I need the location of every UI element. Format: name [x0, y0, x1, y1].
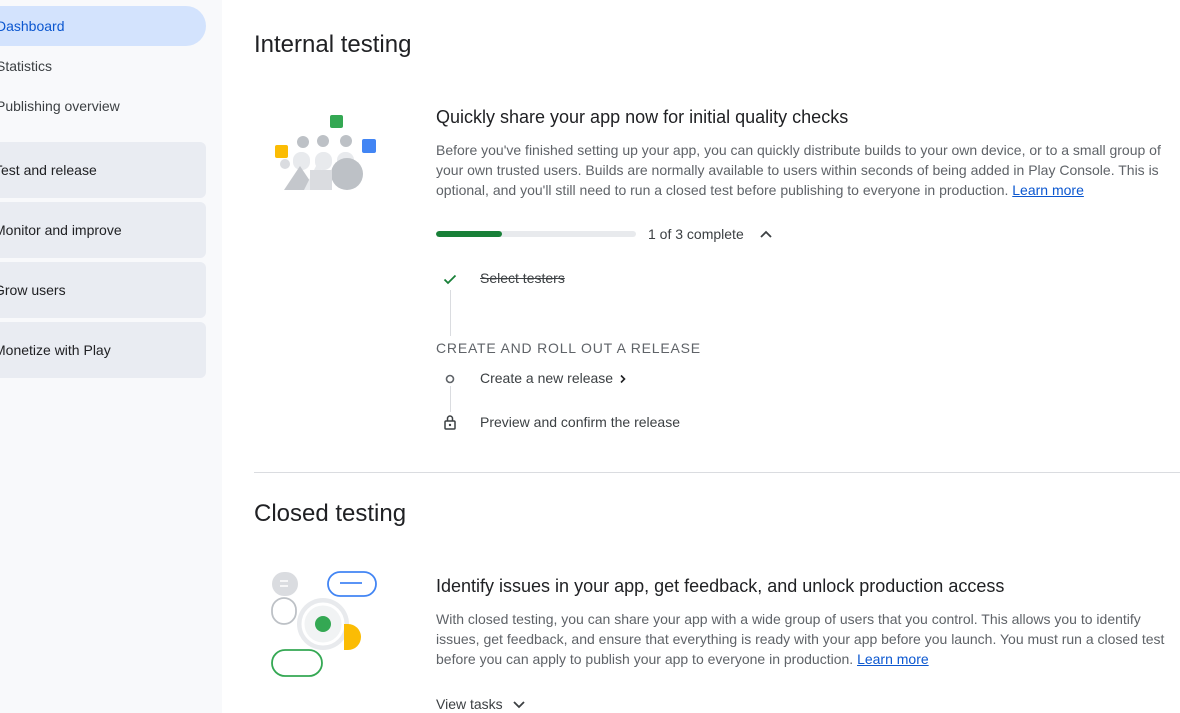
- sidebar: Dashboard Statistics Publishing overview…: [0, 0, 222, 713]
- internal-progress-text: 1 of 3 complete: [648, 226, 744, 242]
- internal-learn-more-link[interactable]: Learn more: [1012, 182, 1084, 198]
- task-select-testers[interactable]: Select testers: [480, 270, 565, 286]
- sidebar-group-test-and-release[interactable]: Test and release: [0, 142, 206, 198]
- lock-icon: [442, 414, 458, 430]
- internal-card-title: Quickly share your app now for initial q…: [436, 107, 849, 127]
- progress-fill: [436, 231, 502, 237]
- sidebar-group-label: Monitor and improve: [0, 222, 122, 238]
- view-tasks-button[interactable]: View tasks: [436, 696, 527, 712]
- section-divider: [254, 472, 1180, 473]
- internal-testing-title: Internal testing: [254, 31, 412, 58]
- internal-progress-bar: [436, 231, 636, 237]
- sidebar-item-label: Publishing overview: [0, 98, 120, 114]
- chevron-up-icon[interactable]: [758, 226, 774, 242]
- closed-learn-more-link[interactable]: Learn more: [857, 651, 929, 667]
- sidebar-group-monitor-and-improve[interactable]: Monitor and improve: [0, 202, 206, 258]
- timeline-connector: [450, 386, 451, 412]
- step-circle-icon: [442, 371, 458, 387]
- sidebar-group-monetize-with-play[interactable]: Monetize with Play: [0, 322, 206, 378]
- closed-testing-title: Closed testing: [254, 500, 407, 527]
- sidebar-item-statistics[interactable]: Statistics: [0, 46, 206, 86]
- sidebar-item-label: Dashboard: [0, 18, 65, 34]
- closed-description-text: With closed testing, you can share your …: [436, 611, 1165, 667]
- internal-testing-illustration: [275, 115, 376, 190]
- sidebar-group-label: Grow users: [0, 282, 66, 298]
- sidebar-item-label: Statistics: [0, 58, 53, 74]
- task-create-release[interactable]: Create a new release: [480, 370, 627, 386]
- check-icon: [442, 271, 458, 287]
- task-preview-release: Preview and confirm the release: [480, 414, 680, 430]
- view-tasks-label: View tasks: [436, 696, 503, 712]
- chevron-down-icon: [513, 701, 525, 709]
- sidebar-item-publishing-overview[interactable]: Publishing overview: [0, 86, 206, 126]
- sidebar-group-label: Monetize with Play: [0, 342, 111, 358]
- sidebar-item-dashboard[interactable]: Dashboard: [0, 6, 206, 46]
- closed-description: With closed testing, you can share your …: [436, 609, 1176, 669]
- closed-card-title: Identify issues in your app, get feedbac…: [436, 576, 1005, 596]
- task-create-release-label: Create a new release: [480, 370, 614, 386]
- sidebar-group-label: Test and release: [0, 162, 97, 178]
- main-content: Internal testing Quickly share your app …: [222, 0, 1180, 713]
- closed-testing-illustration: [271, 571, 377, 677]
- chevron-right-icon: [620, 375, 626, 384]
- sidebar-group-grow-users[interactable]: Grow users: [0, 262, 206, 318]
- internal-description: Before you've finished setting up your a…: [436, 140, 1176, 200]
- task-group-label: CREATE AND ROLL OUT A RELEASE: [436, 340, 701, 356]
- timeline-connector: [450, 290, 451, 336]
